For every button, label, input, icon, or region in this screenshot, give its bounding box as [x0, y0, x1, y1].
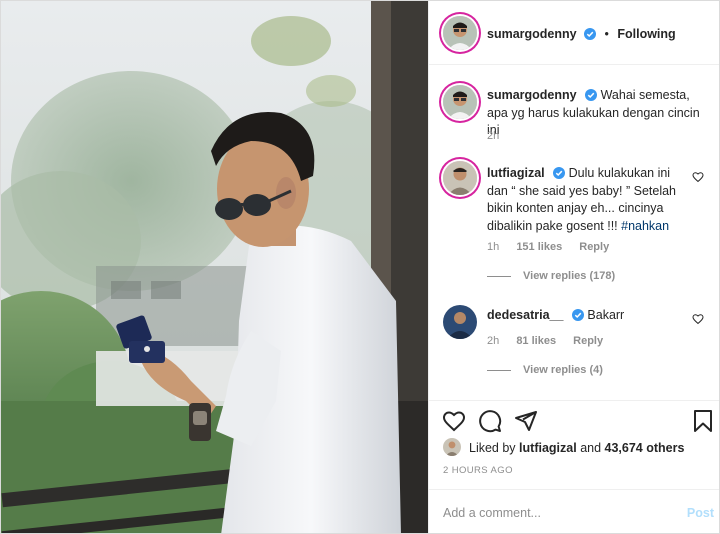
- commenter-avatar[interactable]: [443, 161, 477, 195]
- add-comment-bar: Add a comment... Post: [429, 489, 719, 533]
- caption-username[interactable]: sumargodenny: [487, 88, 577, 102]
- comment-hashtag-link[interactable]: #nahkan: [621, 219, 669, 233]
- header-text: sumargodenny • Following: [487, 25, 676, 43]
- commenter-username[interactable]: lutfiagizal: [487, 166, 545, 180]
- avatar-image: [443, 305, 477, 339]
- avatar-image: [443, 85, 477, 119]
- verified-badge-icon: [571, 309, 584, 321]
- caption-avatar[interactable]: [443, 85, 477, 119]
- caption-body: sumargodenny Wahai semesta, apa yg harus…: [487, 87, 702, 140]
- bookmark-icon[interactable]: [691, 409, 715, 433]
- following-button[interactable]: Following: [617, 27, 675, 41]
- liker-avatar[interactable]: [443, 438, 461, 456]
- replies-divider: [487, 369, 511, 371]
- heart-icon[interactable]: [442, 409, 466, 433]
- commenter-avatar[interactable]: [443, 305, 477, 339]
- post-header: sumargodenny • Following: [429, 1, 719, 65]
- comment-body: dedesatria__ Bakarr: [487, 307, 687, 325]
- author-avatar[interactable]: [443, 16, 477, 50]
- comment-like-heart-icon[interactable]: [692, 171, 704, 183]
- post-photo[interactable]: [1, 1, 428, 533]
- avatar-image: [443, 438, 461, 456]
- header-separator: •: [604, 27, 609, 41]
- view-replies-button[interactable]: View replies (178): [487, 270, 615, 282]
- view-replies-label: View replies (4): [523, 364, 603, 376]
- post-details-panel: sumargodenny • Following sumargodenny Wa…: [428, 1, 719, 533]
- post-photo-illustration: [1, 1, 428, 533]
- likes-prefix: Liked by: [469, 441, 516, 455]
- comment-like-heart-icon[interactable]: [692, 313, 704, 325]
- comments-list[interactable]: sumargodenny Wahai semesta, apa yg harus…: [429, 65, 719, 400]
- replies-divider: [487, 275, 511, 277]
- verified-badge-icon: [553, 167, 566, 179]
- comment-meta: 2h 81 likes Reply: [487, 335, 617, 347]
- comment-text: Bakarr: [587, 308, 625, 322]
- instagram-post-window: sumargodenny • Following sumargodenny Wa…: [0, 0, 720, 534]
- liker-username[interactable]: lutfiagizal: [519, 441, 577, 455]
- caption-age: 2h: [487, 130, 500, 142]
- comment-body: lutfiagizal Dulu kulakukan ini dan “ she…: [487, 165, 687, 235]
- view-replies-button[interactable]: View replies (4): [487, 364, 603, 376]
- comment-reply-button[interactable]: Reply: [579, 241, 609, 253]
- commenter-username[interactable]: dedesatria__: [487, 308, 563, 322]
- likes-text: Liked by lutfiagizal and 43,674 others: [469, 441, 684, 455]
- comment-likes-count[interactable]: 151 likes: [516, 241, 562, 253]
- view-replies-label: View replies (178): [523, 270, 616, 282]
- comment-meta: 1h 151 likes Reply: [487, 241, 623, 253]
- avatar-image: [443, 16, 477, 50]
- add-comment-input[interactable]: Add a comment...: [443, 506, 541, 520]
- likes-joiner: and: [580, 441, 602, 455]
- likes-others-link[interactable]: 43,674 others: [605, 441, 685, 455]
- post-timestamp[interactable]: 2 HOURS AGO: [443, 465, 513, 476]
- caption-meta: 2h: [487, 130, 513, 142]
- comment-age: 2h: [487, 335, 500, 347]
- avatar-image: [443, 161, 477, 195]
- post-comment-button[interactable]: Post: [687, 506, 714, 520]
- post-action-bar: [429, 400, 719, 440]
- comment-likes-count[interactable]: 81 likes: [516, 335, 556, 347]
- comment-age: 1h: [487, 241, 500, 253]
- verified-badge-icon: [585, 89, 598, 101]
- share-icon[interactable]: [514, 409, 538, 433]
- author-username[interactable]: sumargodenny: [487, 27, 577, 41]
- verified-badge-icon: [584, 28, 597, 40]
- comment-reply-button[interactable]: Reply: [573, 335, 603, 347]
- comment-icon[interactable]: [478, 409, 502, 433]
